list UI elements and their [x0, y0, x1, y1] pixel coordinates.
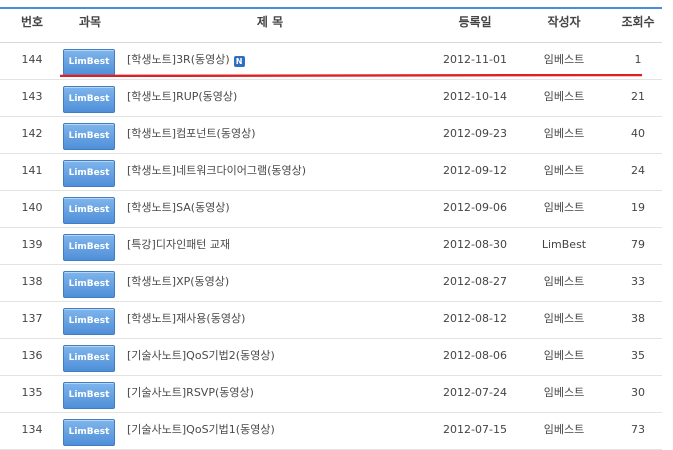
subject-badge[interactable]: LimBest — [63, 382, 115, 409]
post-number: 135 — [21, 386, 43, 399]
post-number: 141 — [21, 164, 43, 177]
post-title-link[interactable]: [기술사노트]QoS기법2(동영상) — [127, 339, 427, 375]
post-date: 2012-09-06 — [443, 201, 507, 214]
post-date: 2012-07-15 — [443, 423, 507, 436]
post-author: 임베스트 — [543, 386, 585, 399]
post-number: 134 — [21, 423, 43, 436]
post-views: 79 — [631, 238, 645, 251]
table-row[interactable]: 143 LimBest [학생노트]RUP(동영상) 2012-10-14 임베스트 21 — [0, 80, 662, 117]
table-row[interactable]: 138 LimBest [학생노트]XP(동영상) 2012-08-27 임베스트 33 — [0, 265, 662, 302]
header-number: 번호 — [20, 15, 44, 29]
post-title-text[interactable]: [학생노트]RUP(동영상) — [127, 90, 237, 103]
subject-badge[interactable]: LimBest — [63, 271, 115, 298]
post-date: 2012-07-24 — [443, 386, 507, 399]
post-date: 2012-08-06 — [443, 349, 507, 362]
post-number: 143 — [21, 90, 43, 103]
post-title-text[interactable]: [학생노트]3R(동영상) — [127, 53, 230, 66]
post-views: 21 — [631, 90, 645, 103]
post-title-text[interactable]: [학생노트]재사용(동영상) — [127, 312, 245, 325]
subject-badge[interactable]: LimBest — [63, 197, 115, 224]
post-views: 33 — [631, 275, 645, 288]
red-annotation-underline — [60, 74, 642, 77]
post-views: 40 — [631, 127, 645, 140]
post-views: 38 — [631, 312, 645, 325]
post-number: 138 — [21, 275, 43, 288]
post-views: 24 — [631, 164, 645, 177]
table-row[interactable]: 140 LimBest [학생노트]SA(동영상) 2012-09-06 임베스트 19 — [0, 191, 662, 228]
subject-badge[interactable]: LimBest — [63, 234, 115, 261]
post-author: 임베스트 — [543, 275, 585, 288]
post-date: 2012-09-23 — [443, 127, 507, 140]
subject-badge[interactable]: LimBest — [63, 86, 115, 113]
post-date: 2012-08-27 — [443, 275, 507, 288]
post-title-link[interactable]: [학생노트]RUP(동영상) — [127, 80, 427, 116]
post-title-text[interactable]: [학생노트]네트워크다이어그램(동영상) — [127, 164, 306, 177]
post-author: LimBest — [541, 238, 587, 251]
post-title-text[interactable]: [기술사노트]RSVP(동영상) — [127, 386, 254, 399]
header-views: 조회수 — [621, 15, 655, 29]
post-author: 임베스트 — [543, 90, 585, 103]
table-row[interactable]: 135 LimBest [기술사노트]RSVP(동영상) 2012-07-24 임베스트… — [0, 376, 662, 413]
post-number: 136 — [21, 349, 43, 362]
post-author: 임베스트 — [543, 127, 585, 140]
post-views: 30 — [631, 386, 645, 399]
table-row[interactable]: 141 LimBest [학생노트]네트워크다이어그램(동영상) 2012-09-12… — [0, 154, 662, 191]
post-author: 임베스트 — [543, 164, 585, 177]
post-author: 임베스트 — [543, 312, 585, 325]
post-title-text[interactable]: [특강]디자인패턴 교재 — [127, 238, 230, 251]
post-author: 임베스트 — [543, 423, 585, 436]
subject-badge[interactable]: LimBest — [63, 160, 115, 187]
post-views: 73 — [631, 423, 645, 436]
post-title-text[interactable]: [기술사노트]QoS기법1(동영상) — [127, 423, 275, 436]
table-header: 번호 과목 제 목 등록일 작성자 조회수 — [0, 9, 662, 43]
table-row[interactable]: 142 LimBest [학생노트]컴포넌트(동영상) 2012-09-23 임베스트 4… — [0, 117, 662, 154]
header-title: 제 목 — [256, 15, 284, 29]
post-title-link[interactable]: [특강]디자인패턴 교재 — [127, 228, 427, 264]
subject-badge[interactable]: LimBest — [63, 419, 115, 446]
post-title-link[interactable]: [학생노트]SA(동영상) — [127, 191, 427, 227]
post-title-link[interactable]: [학생노트]컴포넌트(동영상) — [127, 117, 427, 153]
header-subject: 과목 — [78, 15, 102, 29]
post-number: 142 — [21, 127, 43, 140]
post-date: 2012-09-12 — [443, 164, 507, 177]
post-date: 2012-08-12 — [443, 312, 507, 325]
post-title-text[interactable]: [학생노트]SA(동영상) — [127, 201, 230, 214]
post-date: 2012-08-30 — [443, 238, 507, 251]
table-row[interactable]: 134 LimBest [기술사노트]QoS기법1(동영상) 2012-07-15 임베… — [0, 413, 662, 450]
post-title-link[interactable]: [기술사노트]RSVP(동영상) — [127, 376, 427, 412]
table-row[interactable]: 137 LimBest [학생노트]재사용(동영상) 2012-08-12 임베스트 38 — [0, 302, 662, 339]
post-title-link[interactable]: [기술사노트]QoS기법1(동영상) — [127, 413, 427, 449]
post-number: 140 — [21, 201, 43, 214]
post-number: 144 — [21, 53, 43, 66]
post-author: 임베스트 — [543, 349, 585, 362]
table-row[interactable]: 136 LimBest [기술사노트]QoS기법2(동영상) 2012-08-06 임베… — [0, 339, 662, 376]
header-author: 작성자 — [547, 15, 581, 29]
post-date: 2012-10-14 — [443, 90, 507, 103]
subject-badge[interactable]: LimBest — [63, 345, 115, 372]
post-title-text[interactable]: [학생노트]XP(동영상) — [127, 275, 229, 288]
post-views: 35 — [631, 349, 645, 362]
subject-badge[interactable]: LimBest — [63, 123, 115, 150]
post-title-text[interactable]: [기술사노트]QoS기법2(동영상) — [127, 349, 275, 362]
header-date: 등록일 — [458, 15, 492, 29]
post-number: 139 — [21, 238, 43, 251]
subject-badge[interactable]: LimBest — [63, 308, 115, 335]
post-title-link[interactable]: [학생노트]네트워크다이어그램(동영상) — [127, 154, 427, 190]
subject-badge[interactable]: LimBest — [63, 49, 115, 76]
post-views: 19 — [631, 201, 645, 214]
table-row[interactable]: 139 LimBest [특강]디자인패턴 교재 2012-08-30 LimBest 7… — [0, 228, 662, 265]
post-title-link[interactable]: [학생노트]XP(동영상) — [127, 265, 427, 301]
post-number: 137 — [21, 312, 43, 325]
new-badge-icon: N — [233, 56, 245, 67]
post-title-text[interactable]: [학생노트]컴포넌트(동영상) — [127, 127, 256, 140]
post-title-link[interactable]: [학생노트]재사용(동영상) — [127, 302, 427, 338]
post-author: 임베스트 — [543, 201, 585, 214]
